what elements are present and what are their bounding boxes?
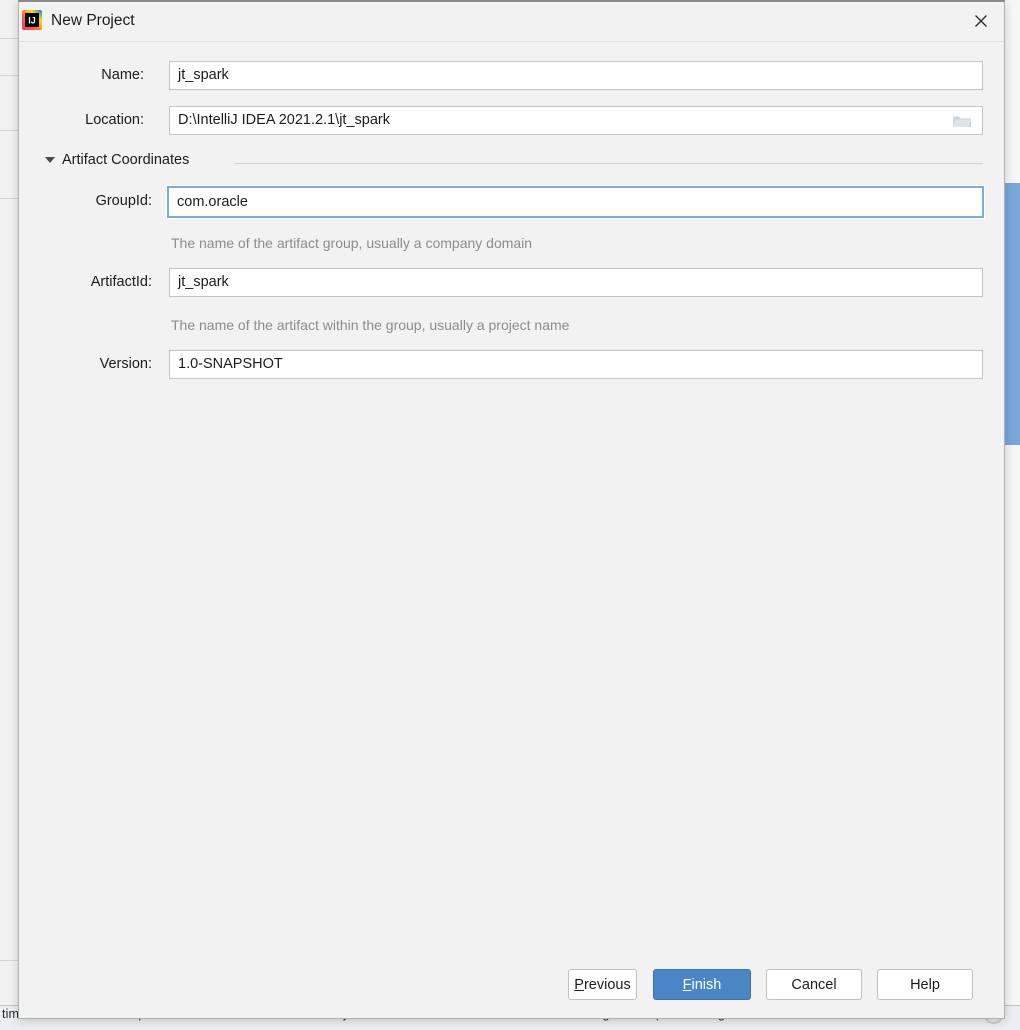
screen-root: Rlacpoposfvvp 30xtammgL time and CPU loa… (0, 0, 1020, 1030)
groupid-input-value: com.oracle (177, 193, 248, 210)
dialog-titlebar: IJ New Project (19, 2, 1004, 42)
location-input[interactable]: D:\IntelliJ IDEA 2021.2.1\jt_spark (169, 106, 983, 135)
artifactid-hint: The name of the artifact within the grou… (171, 317, 570, 333)
artifact-coordinates-title: Artifact Coordinates (62, 152, 190, 168)
ide-right-panel (1004, 0, 1020, 1030)
svg-text:IJ: IJ (28, 16, 36, 26)
artifactid-input[interactable]: jt_spark (169, 268, 983, 297)
help-button[interactable]: Help (877, 969, 973, 1000)
name-input[interactable]: jt_spark (169, 61, 983, 90)
groupid-hint: The name of the artifact group, usually … (171, 235, 533, 251)
cancel-button-label: Cancel (791, 976, 837, 993)
groupid-input[interactable]: com.oracle (166, 185, 985, 219)
version-input-value: 1.0-SNAPSHOT (178, 356, 283, 373)
location-label: Location: (85, 112, 144, 128)
previous-button[interactable]: Previous (568, 969, 637, 1000)
finish-button[interactable]: Finish (653, 969, 751, 1000)
version-label: Version: (99, 356, 152, 372)
version-input[interactable]: 1.0-SNAPSHOT (169, 350, 983, 379)
groupid-label: GroupId: (95, 193, 152, 209)
ide-right-selection-block[interactable] (1005, 183, 1020, 445)
name-label: Name: (101, 67, 144, 83)
intellij-idea-logo-icon: IJ (21, 9, 43, 31)
chevron-down-icon (45, 157, 55, 163)
artifactid-label: ArtifactId: (90, 274, 152, 290)
dialog-title: New Project (51, 12, 135, 29)
close-icon[interactable] (958, 2, 1004, 40)
finish-button-label: Finish (682, 976, 722, 993)
artifact-coordinates-section-toggle[interactable]: Artifact Coordinates (45, 152, 189, 168)
ide-left-gutter (0, 0, 19, 1030)
location-input-value: D:\IntelliJ IDEA 2021.2.1\jt_spark (178, 112, 390, 129)
new-project-dialog: IJ New Project Name: jt_spark Location: … (18, 0, 1005, 1019)
folder-icon[interactable] (952, 113, 972, 129)
help-button-label: Help (910, 976, 940, 993)
dialog-footer: Previous Finish Cancel Help (19, 930, 1004, 1018)
previous-button-label: Previous (574, 976, 631, 993)
name-input-value: jt_spark (178, 67, 229, 84)
artifactid-input-value: jt_spark (178, 274, 229, 291)
section-divider (234, 163, 983, 164)
dialog-form: Name: jt_spark Location: D:\IntelliJ IDE… (19, 42, 1004, 972)
cancel-button[interactable]: Cancel (766, 969, 862, 1000)
